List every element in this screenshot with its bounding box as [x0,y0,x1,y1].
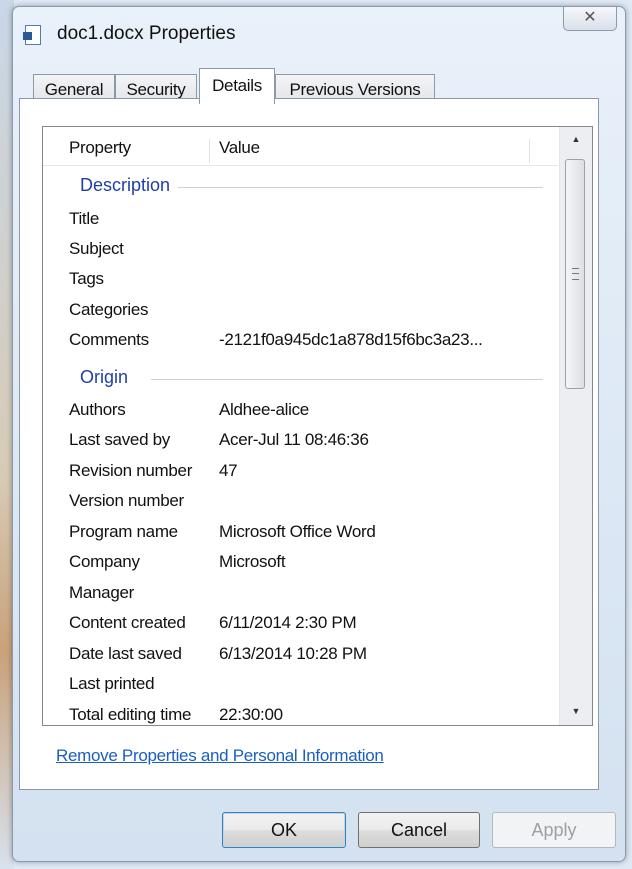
property-value: Aldhee-alice [219,400,309,419]
property-name: Authors [69,400,126,419]
property-row-title[interactable]: Title [43,209,558,237]
property-name: Comments [69,330,149,349]
property-row-last-saved-by[interactable]: Last saved by Acer-Jul 11 08:46:36 [43,430,558,458]
property-row-company[interactable]: Company Microsoft [43,552,558,580]
property-name: Version number [69,491,184,510]
property-value: 22:30:00 [219,705,283,724]
group-label: Origin [80,367,137,388]
property-row-categories[interactable]: Categories [43,300,558,328]
vertical-scrollbar[interactable]: ▲ ▼ [559,127,592,725]
scroll-down-arrow-icon[interactable]: ▼ [561,701,591,721]
remove-properties-link[interactable]: Remove Properties and Personal Informati… [56,746,384,766]
property-value: -2121f0a945dc1a878d15f6bc3a23... [219,330,483,349]
property-row-content-created[interactable]: Content created 6/11/2014 2:30 PM [43,613,558,641]
property-name: Content created [69,613,186,632]
property-name: Manager [69,583,134,602]
window-title: doc1.docx Properties [57,23,236,44]
property-value: 6/11/2014 2:30 PM [219,613,357,632]
property-row-revision-number[interactable]: Revision number 47 [43,461,558,489]
property-name: Last printed [69,674,155,693]
column-separator[interactable] [209,139,210,163]
cancel-button[interactable]: Cancel [358,812,480,848]
close-icon: ✕ [583,9,597,26]
property-row-last-printed[interactable]: Last printed [43,674,558,702]
apply-button[interactable]: Apply [492,812,616,848]
properties-list[interactable]: Property Value Description Title Subject… [42,126,593,726]
property-name: Subject [69,239,124,258]
list-header: Property Value [43,127,558,166]
property-row-tags[interactable]: Tags [43,269,558,297]
property-row-manager[interactable]: Manager [43,583,558,611]
property-name: Last saved by [69,430,170,449]
scrollbar-thumb[interactable] [565,159,585,389]
property-value: 6/13/2014 10:28 PM [219,644,367,663]
tab-details[interactable]: Details [199,68,275,104]
property-row-total-editing-time[interactable]: Total editing time 22:30:00 [43,705,558,725]
property-name: Tags [69,269,104,288]
property-row-authors[interactable]: Authors Aldhee-alice [43,400,558,428]
property-row-program-name[interactable]: Program name Microsoft Office Word [43,522,558,550]
title-bar[interactable]: doc1.docx Properties ✕ [13,7,625,65]
property-name: Total editing time [69,705,192,724]
property-name: Date last saved [69,644,182,663]
word-document-icon [23,25,41,45]
property-value: Microsoft Office Word [219,522,376,541]
property-name: Company [69,552,140,571]
ok-button[interactable]: OK [222,812,346,848]
group-header-description[interactable]: Description [43,175,558,203]
grip-icon [572,268,579,280]
property-value: 47 [219,461,238,480]
property-name: Revision number [69,461,193,480]
column-header-property[interactable]: Property [69,138,131,158]
property-row-comments[interactable]: Comments -2121f0a945dc1a878d15f6bc3a23..… [43,330,558,358]
group-header-origin[interactable]: Origin [43,367,558,395]
property-row-version-number[interactable]: Version number [43,491,558,519]
property-name: Categories [69,300,149,319]
property-row-date-last-saved[interactable]: Date last saved 6/13/2014 10:28 PM [43,644,558,672]
column-header-value[interactable]: Value [219,138,260,158]
property-value: Microsoft [219,552,286,571]
group-divider [175,187,543,188]
close-button[interactable]: ✕ [563,7,617,31]
scroll-up-arrow-icon[interactable]: ▲ [561,129,591,149]
property-name: Program name [69,522,178,541]
column-separator[interactable] [529,139,530,163]
property-row-subject[interactable]: Subject [43,239,558,267]
group-divider [151,379,543,380]
property-name: Title [69,209,99,228]
group-label: Description [80,175,179,196]
property-value: Acer-Jul 11 08:46:36 [219,430,369,449]
